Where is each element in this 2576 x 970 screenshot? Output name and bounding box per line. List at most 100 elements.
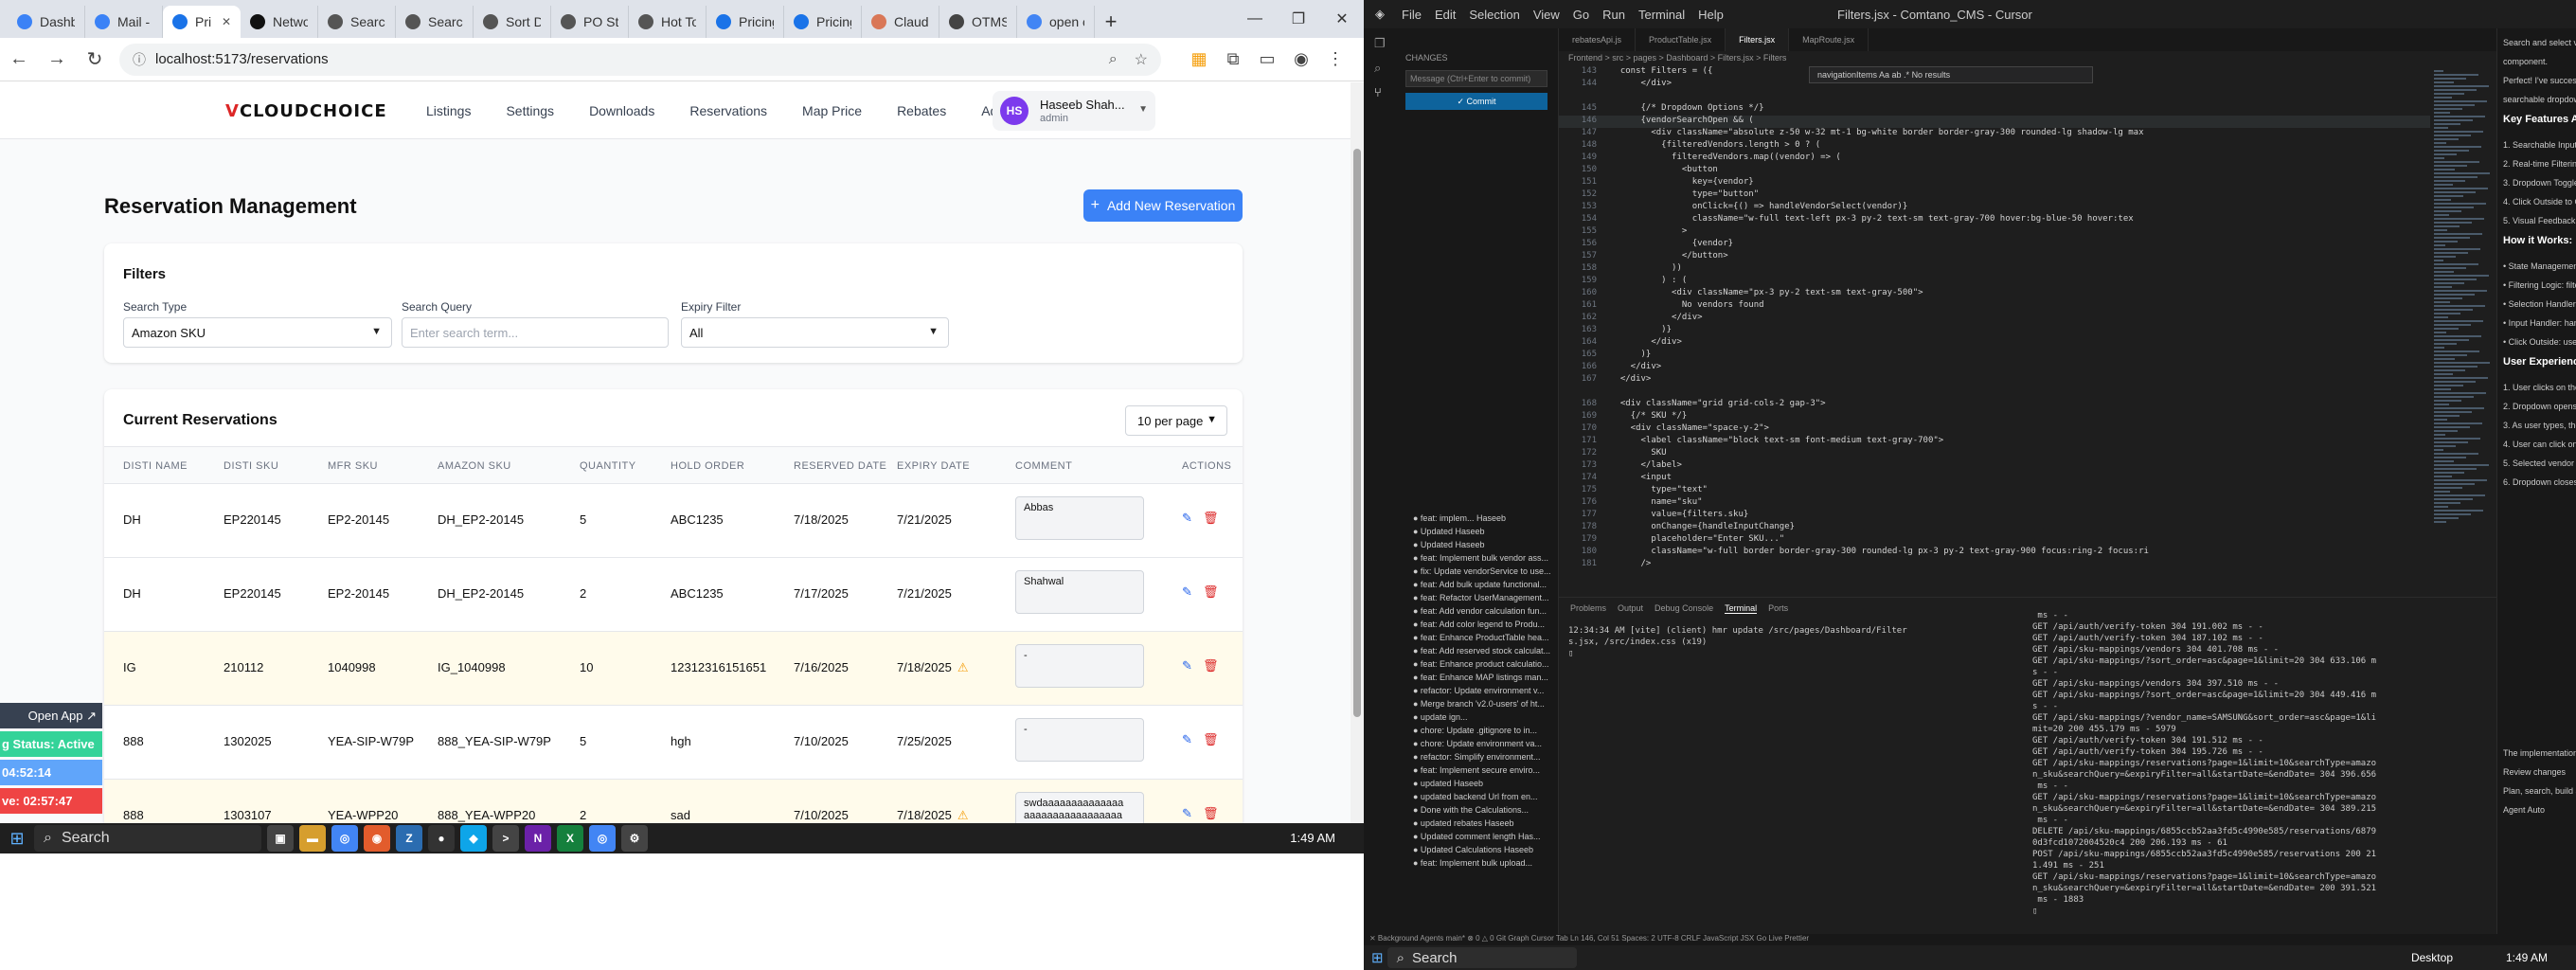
git-commit-item[interactable]: ● feat: Enhance product calculatio... [1398,659,1559,673]
git-commit-item[interactable]: ● feat: Add reserved stock calculat... [1398,646,1559,659]
git-commit-item[interactable]: ● chore: Update .gitignore to in... [1398,726,1559,739]
comment-textarea[interactable]: Abbas [1015,496,1144,540]
terminal-icon[interactable]: > [492,825,519,852]
minimize-icon[interactable]: — [1233,0,1277,38]
comment-textarea[interactable]: swdaaaaaaaaaaaaaa aaaaaaaaaaaaaaaaa [1015,792,1144,823]
edit-pencil-icon[interactable]: ✎ [1182,511,1192,526]
browser-tab[interactable]: Pri ✕ [163,6,241,38]
git-commit-item[interactable]: ● feat: Refactor UserManagement... [1398,593,1559,606]
vscode-icon[interactable]: ◆ [460,825,487,852]
git-commit-item[interactable]: ● feat: Add vendor calculation fun... [1398,606,1559,620]
new-tab-icon[interactable]: + [1095,6,1127,38]
browser-tab[interactable]: Claude [862,6,939,38]
menu-kebab-icon[interactable]: ⋮ [1318,43,1352,77]
panel-tab[interactable]: Debug Console [1655,603,1713,613]
taskbar-search[interactable]: ⌕ Search [34,825,261,852]
taskbar-search-secondary[interactable]: ⌕ Search [1386,947,1577,968]
task-view-icon[interactable]: ▣ [267,825,294,852]
browser-tab[interactable]: Netwo [241,6,318,38]
nav-link-map-price[interactable]: Map Price [802,103,862,118]
extensions-grid-icon[interactable]: ▦ [1182,43,1216,77]
menu-selection[interactable]: Selection [1469,8,1519,22]
nav-link-settings[interactable]: Settings [506,103,554,118]
onenote-icon[interactable]: N [525,825,551,852]
git-commit-item[interactable]: ● chore: Update environment va... [1398,739,1559,752]
source-control-icon[interactable]: ⑂ [1374,85,1382,99]
profile-icon[interactable]: ◉ [1284,43,1318,77]
editor-tab[interactable]: rebatesApi.js [1559,28,1637,51]
editor-tab[interactable]: Filters.jsx [1726,28,1790,51]
comment-textarea[interactable]: - [1015,644,1144,688]
taskbar-clock[interactable]: 1:49 AM [1290,831,1335,845]
open-app-button[interactable]: Open App ↗ [0,703,102,728]
delete-trash-icon[interactable]: 🗑 [1203,806,1219,821]
chrome-icon[interactable]: ◎ [331,825,358,852]
browser-tab[interactable]: Mail - [85,6,163,38]
panel-tab[interactable]: Problems [1570,603,1606,613]
delete-trash-icon[interactable]: 🗑 [1203,511,1219,526]
comment-textarea[interactable]: - [1015,718,1144,762]
menu-help[interactable]: Help [1698,8,1724,22]
settings-gear-icon[interactable]: ⚙ [621,825,648,852]
brand-logo[interactable]: VCLOUDCHOICE [225,101,387,121]
menu-go[interactable]: Go [1573,8,1589,22]
browser-tab[interactable]: Hot To [629,6,707,38]
maximize-icon[interactable]: ❐ [1277,0,1320,38]
sidepanel-icon[interactable]: ▭ [1250,43,1284,77]
git-commit-item[interactable]: ● feat: Enhance ProductTable hea... [1398,633,1559,646]
commit-message-input[interactable]: Message (Ctrl+Enter to commit) [1405,70,1547,87]
git-commit-item[interactable]: ● refactor: Simplify environment... [1398,752,1559,765]
editor-tab[interactable]: MapRoute.jsx [1789,28,1869,51]
menu-terminal[interactable]: Terminal [1638,8,1685,22]
browser-tab[interactable]: Search [396,6,474,38]
zoom-app-icon[interactable]: Z [396,825,422,852]
browser-tab[interactable]: Dashb [8,6,85,38]
user-menu[interactable]: HS Haseeb Shah... admin ▼ [993,91,1155,131]
firefox-icon[interactable]: ◉ [364,825,390,852]
edit-pencil-icon[interactable]: ✎ [1182,732,1192,747]
tab-close-icon[interactable]: ✕ [222,15,231,28]
delete-trash-icon[interactable]: 🗑 [1203,584,1219,600]
breadcrumb[interactable]: Frontend > src > pages > Dashboard > Fil… [1559,53,1786,63]
git-commit-item[interactable]: ● feat: Enhance MAP listings man... [1398,673,1559,686]
git-commit-item[interactable]: ● updated Haseeb [1398,779,1559,792]
per-page-select[interactable]: 10 per page ▼ [1125,405,1227,436]
search-type-select[interactable]: Amazon SKU ▼ [123,317,392,348]
nav-link-rebates[interactable]: Rebates [897,103,946,118]
search-query-input[interactable]: Enter search term... [402,317,669,348]
github-icon[interactable]: ● [428,825,455,852]
browser-tab[interactable]: OTMS [939,6,1017,38]
delete-trash-icon[interactable]: 🗑 [1203,658,1219,674]
git-commit-item[interactable]: ● updated backend Url from en... [1398,792,1559,805]
git-commit-item[interactable]: ● feat: Add bulk update functional... [1398,580,1559,593]
git-commit-item[interactable]: ● feat: Implement secure enviro... [1398,765,1559,779]
find-widget[interactable]: navigationItems Aa ab .* No results [1809,66,2093,83]
minimap[interactable] [2430,66,2496,597]
nav-link-downloads[interactable]: Downloads [589,103,654,118]
browser-tab[interactable]: Sort D [474,6,551,38]
git-commit-item[interactable]: ● Done with the Calculations... [1398,805,1559,818]
site-info-icon[interactable]: ⓘ [133,50,146,69]
bookmark-star-icon[interactable]: ☆ [1135,50,1148,69]
windows-start-icon[interactable]: ⊞ [1371,949,1384,966]
windows-start-icon[interactable]: ⊞ [0,823,34,853]
browser-tab[interactable]: Pricing [707,6,784,38]
panel-tab[interactable]: Terminal [1725,603,1758,614]
file-explorer-icon[interactable]: ▬ [299,825,326,852]
zoom-icon[interactable]: ⌕ [1109,51,1118,68]
url-field[interactable]: ⓘ localhost:5173/reservations ⌕ ☆ [119,43,1161,76]
close-icon[interactable]: ✕ [1320,0,1364,38]
forward-icon[interactable]: → [38,41,76,79]
reload-icon[interactable]: ↻ [76,41,114,79]
explorer-icon[interactable]: ❐ [1374,36,1386,51]
desktop-label[interactable]: Desktop [2411,951,2453,964]
expiry-filter-select[interactable]: All ▼ [681,317,949,348]
git-commit-item[interactable]: ● feat: Add color legend to Produ... [1398,620,1559,633]
git-commit-item[interactable]: ● fix: Update vendorService to use... [1398,566,1559,580]
add-reservation-button[interactable]: + Add New Reservation [1083,189,1243,222]
browser-tab[interactable]: PO Stu [551,6,629,38]
menu-edit[interactable]: Edit [1435,8,1456,22]
menu-view[interactable]: View [1533,8,1560,22]
code-editor[interactable]: 143 const Filters = ({144 </div> 145 {/* … [1559,66,2430,597]
browser-tab[interactable]: Search [318,6,396,38]
